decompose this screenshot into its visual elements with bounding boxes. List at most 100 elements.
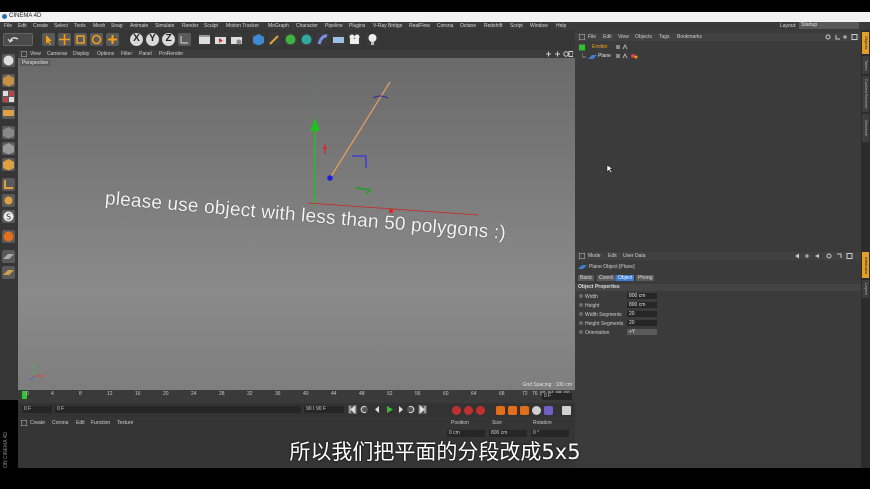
property-width-segments[interactable]: Width Segments 20: [579, 311, 859, 318]
objects-menu-tags[interactable]: Tags: [659, 34, 670, 40]
orientation-select[interactable]: +Y: [627, 329, 657, 335]
material-menu-function[interactable]: Function: [91, 420, 110, 426]
material-toggle-icon[interactable]: [21, 420, 27, 426]
cube-object-button[interactable]: [252, 33, 265, 46]
record-active-objects-button[interactable]: [452, 406, 461, 415]
snapping-button[interactable]: S: [2, 210, 15, 223]
menu-sculpt[interactable]: Sculpt: [204, 23, 218, 29]
x-axis-lock-button[interactable]: X: [130, 33, 143, 46]
enable-axis-button[interactable]: [2, 178, 15, 191]
menu-pipeline[interactable]: Pipeline: [325, 23, 343, 29]
menu-plugins[interactable]: Plugins: [349, 23, 365, 29]
edges-mode-button[interactable]: [2, 142, 15, 155]
property-width[interactable]: Width 800 cm: [579, 293, 859, 300]
attr-menu-edit[interactable]: Edit: [608, 253, 617, 259]
floor-button[interactable]: [332, 33, 345, 46]
menu-script[interactable]: Script: [510, 23, 523, 29]
subdivision-button[interactable]: [284, 33, 297, 46]
tag-icons[interactable]: [615, 53, 641, 60]
render-view-button[interactable]: [198, 33, 211, 46]
animate-dot-icon[interactable]: [579, 330, 583, 334]
tab-phong[interactable]: Phong: [636, 275, 655, 281]
scale-key-button[interactable]: [508, 406, 517, 415]
objects-menu-objects[interactable]: Objects: [635, 34, 652, 40]
end-frame-field[interactable]: 90 F: [314, 406, 344, 413]
viewport-menu-display[interactable]: Display: [73, 51, 89, 57]
render-settings-button[interactable]: [230, 33, 243, 46]
light-button[interactable]: [366, 33, 379, 46]
viewport-nav-icons[interactable]: [545, 51, 573, 57]
position-key-button[interactable]: [496, 406, 505, 415]
objects-menu-view[interactable]: View: [618, 34, 629, 40]
viewport-toggle-icon[interactable]: [21, 51, 27, 57]
deformer-button[interactable]: [316, 33, 329, 46]
array-button[interactable]: [300, 33, 313, 46]
menu-file[interactable]: File: [4, 23, 12, 29]
object-manager-toggle-icon[interactable]: [579, 34, 585, 40]
height-field[interactable]: 800 cm: [627, 302, 657, 308]
side-tab-attributes[interactable]: Attributes: [862, 252, 869, 278]
make-editable-button[interactable]: [2, 54, 15, 67]
side-tab-objects[interactable]: Objects: [862, 32, 869, 54]
perspective-viewport[interactable]: Perspective please use object with less …: [18, 58, 575, 390]
model-mode-button[interactable]: [2, 74, 15, 87]
playback-controls[interactable]: [348, 405, 428, 416]
keyframe-selection-button[interactable]: [476, 406, 485, 415]
start-frame-field[interactable]: 0 F: [22, 406, 52, 413]
menu-edit[interactable]: Edit: [18, 23, 27, 29]
grid-layers-button[interactable]: [2, 266, 15, 279]
viewport-menu-prorender[interactable]: ProRender: [159, 51, 183, 57]
workplane-mode-button[interactable]: [2, 106, 15, 119]
scale-tool-button[interactable]: [74, 33, 87, 46]
coordinate-system-button[interactable]: [178, 33, 191, 46]
attribute-nav-icons[interactable]: [793, 253, 859, 259]
menu-realflow[interactable]: RealFlow: [409, 23, 430, 29]
live-selection-button[interactable]: [42, 33, 55, 46]
current-frame-field[interactable]: 0 F: [542, 393, 572, 400]
tab-basic[interactable]: Basic: [578, 275, 595, 281]
side-tab-structure[interactable]: Structure: [862, 114, 869, 142]
z-axis-lock-button[interactable]: Z: [162, 33, 175, 46]
visibility-dots-icon[interactable]: [615, 44, 635, 51]
spline-pen-button[interactable]: [268, 33, 281, 46]
tab-object[interactable]: Object: [616, 275, 635, 281]
viewport-menu-options[interactable]: Options: [97, 51, 114, 57]
attr-menu-mode[interactable]: Mode: [588, 253, 601, 259]
height-segments-field[interactable]: 20: [627, 320, 657, 326]
viewport-menu-cameras[interactable]: Cameras: [47, 51, 67, 57]
rotate-tool-button[interactable]: [90, 33, 103, 46]
menu-corona[interactable]: Corona: [437, 23, 453, 29]
object-manager-search-icons[interactable]: [825, 34, 859, 40]
width-segments-field[interactable]: 20: [627, 311, 657, 317]
locked-workplane-button[interactable]: [2, 230, 15, 243]
animate-dot-icon[interactable]: [579, 294, 583, 298]
parameter-key-button[interactable]: [532, 406, 541, 415]
menu-snap[interactable]: Snap: [111, 23, 123, 29]
planar-workplane-button[interactable]: [2, 250, 15, 263]
layout-select[interactable]: Startup: [799, 22, 859, 29]
object-row-emitter[interactable]: Emitter: [578, 44, 858, 51]
polygons-mode-button[interactable]: [2, 158, 15, 171]
animate-dot-icon[interactable]: [579, 321, 583, 325]
menu-help[interactable]: Help: [556, 23, 566, 29]
side-tab-layers[interactable]: Layers: [862, 280, 869, 298]
object-row-plane[interactable]: Plane: [578, 53, 858, 60]
pla-key-button[interactable]: [544, 406, 553, 415]
menu-window[interactable]: Window: [530, 23, 548, 29]
menu-mograph[interactable]: MoGraph: [268, 23, 289, 29]
objects-menu-file[interactable]: File: [588, 34, 596, 40]
points-mode-button[interactable]: [2, 126, 15, 139]
viewport-menu-filter[interactable]: Filter: [121, 51, 132, 57]
material-menu-create[interactable]: Create: [30, 420, 45, 426]
undo-button[interactable]: [3, 33, 33, 46]
tab-coord[interactable]: Coord.: [597, 275, 617, 281]
menu-tools[interactable]: Tools: [74, 23, 86, 29]
texture-mode-button[interactable]: [2, 90, 15, 103]
frame-range-slider[interactable]: 0 F: [55, 406, 301, 413]
width-field[interactable]: 800 cm: [627, 293, 657, 299]
menu-animate[interactable]: Animate: [130, 23, 148, 29]
autokeying-button[interactable]: [464, 406, 473, 415]
recent-tools-button[interactable]: [106, 33, 119, 46]
objects-menu-edit[interactable]: Edit: [603, 34, 612, 40]
material-menu-edit[interactable]: Edit: [76, 420, 85, 426]
